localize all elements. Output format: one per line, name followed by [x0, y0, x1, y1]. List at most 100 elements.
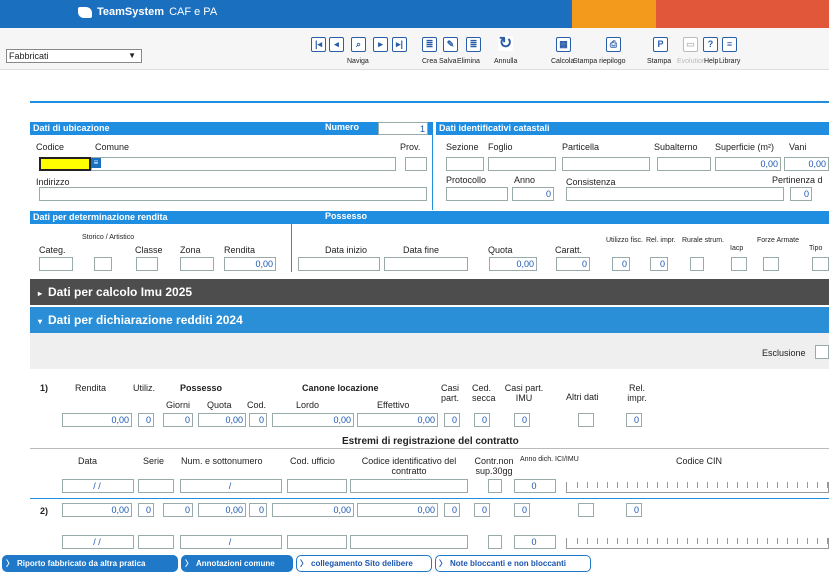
particella-field[interactable] [562, 157, 650, 171]
zona-field[interactable] [180, 257, 214, 271]
sezione-field[interactable] [446, 157, 484, 171]
row1-num[interactable]: / [180, 479, 282, 493]
row2-ced[interactable]: 0 [474, 503, 490, 517]
esclusione-field[interactable] [815, 345, 829, 359]
row1-anno-dich[interactable]: 0 [514, 479, 556, 493]
row2-serie[interactable] [138, 535, 174, 549]
row1-effettivo[interactable]: 0,00 [357, 413, 438, 427]
row1-cin[interactable] [566, 482, 829, 493]
first-record-icon[interactable]: |◂ [311, 37, 326, 52]
tipo-field[interactable] [812, 257, 829, 271]
stampa-button[interactable]: Stampa [647, 58, 671, 65]
subalterno-field[interactable] [657, 157, 711, 171]
delete-icon[interactable]: ≣ [466, 37, 481, 52]
help-button[interactable]: Help [704, 58, 718, 65]
row2-lordo[interactable]: 0,00 [272, 503, 354, 517]
row2-giorni[interactable]: 0 [163, 503, 193, 517]
row2-contr[interactable] [488, 535, 502, 549]
list-icon[interactable]: ≡ [91, 158, 101, 168]
row1-giorni[interactable]: 0 [163, 413, 193, 427]
row2-data[interactable]: / / [62, 535, 134, 549]
save-icon[interactable]: ✎ [443, 37, 458, 52]
row1-utiliz[interactable]: 0 [138, 413, 154, 427]
consistenza-field[interactable] [566, 187, 784, 201]
comune-field[interactable] [91, 157, 396, 171]
row2-effettivo[interactable]: 0,00 [357, 503, 438, 517]
row1-contr[interactable] [488, 479, 502, 493]
row2-imu[interactable]: 0 [514, 503, 530, 517]
row1-ced[interactable]: 0 [474, 413, 490, 427]
row1-rendita[interactable]: 0,00 [62, 413, 132, 427]
classe-field[interactable] [136, 257, 158, 271]
prev-record-icon[interactable]: ◂ [329, 37, 344, 52]
elimina-button[interactable]: Elimina [457, 58, 480, 65]
row2-altri[interactable] [578, 503, 594, 517]
next-record-icon[interactable]: ▸ [373, 37, 388, 52]
row2-rendita[interactable]: 0,00 [62, 503, 132, 517]
storico-field[interactable] [94, 257, 112, 271]
row1-altri[interactable] [578, 413, 594, 427]
row2-utiliz[interactable]: 0 [138, 503, 154, 517]
stampa-riepilogo-button[interactable]: Stampa riepilogo [573, 58, 626, 65]
indirizzo-field[interactable] [39, 187, 427, 201]
vani-field[interactable]: 0,00 [784, 157, 829, 171]
iacp-field[interactable] [731, 257, 747, 271]
prov-field[interactable] [405, 157, 427, 171]
note-button[interactable]: 〉 Note bloccanti e non bloccanti [435, 555, 591, 572]
data-inizio-field[interactable] [298, 257, 380, 271]
numero-field[interactable]: 1 [378, 122, 428, 135]
row2-casi[interactable]: 0 [444, 503, 460, 517]
row1-data[interactable]: / / [62, 479, 134, 493]
row1-ufficio[interactable] [287, 479, 347, 493]
row2-cin[interactable] [566, 538, 829, 549]
data-fine-field[interactable] [384, 257, 468, 271]
create-icon[interactable]: ≣ [422, 37, 437, 52]
row2-quota[interactable]: 0,00 [198, 503, 246, 517]
last-record-icon[interactable]: ▸| [392, 37, 407, 52]
foglio-field[interactable] [488, 157, 556, 171]
annulla-button[interactable]: Annulla [494, 58, 517, 65]
row2-ufficio[interactable] [287, 535, 347, 549]
categ-field[interactable] [39, 257, 73, 271]
anno-field[interactable]: 0 [512, 187, 554, 201]
row2-anno-dich[interactable]: 0 [514, 535, 556, 549]
salva-button[interactable]: Salva [439, 58, 457, 65]
utilizzo-field[interactable]: 0 [612, 257, 630, 271]
rel-impr-field[interactable]: 0 [650, 257, 668, 271]
row1-casi[interactable]: 0 [444, 413, 460, 427]
calculator-icon[interactable]: ▦ [556, 37, 571, 52]
row2-num[interactable]: / [180, 535, 282, 549]
calcola-button[interactable]: Calcola [551, 58, 574, 65]
row1-lordo[interactable]: 0,00 [272, 413, 354, 427]
library-icon[interactable]: ≡ [722, 37, 737, 52]
riporto-button[interactable]: 〉 Riporto fabbricato da altra pratica [2, 555, 178, 572]
imu-section-toggle[interactable]: ▸ Dati per calcolo Imu 2025 [30, 279, 829, 305]
rendita-field[interactable]: 0,00 [224, 257, 276, 271]
codice-field[interactable] [39, 157, 91, 171]
row2-codice-id[interactable] [350, 535, 468, 549]
row2-cod[interactable]: 0 [249, 503, 267, 517]
row1-rel[interactable]: 0 [626, 413, 642, 427]
row1-imu[interactable]: 0 [514, 413, 530, 427]
protocollo-field[interactable] [446, 187, 508, 201]
row1-cod[interactable]: 0 [249, 413, 267, 427]
row2-rel[interactable]: 0 [626, 503, 642, 517]
crea-button[interactable]: Crea [422, 58, 437, 65]
help-icon[interactable]: ? [703, 37, 718, 52]
section-select[interactable]: Fabbricati ▼ [6, 49, 142, 63]
redditi-section-toggle[interactable]: ▾ Dati per dichiarazione redditi 2024 [30, 307, 829, 333]
row1-codice-id[interactable] [350, 479, 468, 493]
library-button[interactable]: Library [719, 58, 740, 65]
undo-icon[interactable]: ↻ [498, 36, 513, 52]
superficie-field[interactable]: 0,00 [715, 157, 781, 171]
row1-serie[interactable] [138, 479, 174, 493]
sito-delibere-button[interactable]: 〉 collegamento Sito delibere [296, 555, 432, 572]
search-record-icon[interactable]: ⌕ [351, 37, 366, 52]
annotazioni-button[interactable]: 〉 Annotazioni comune [181, 555, 293, 572]
row1-quota[interactable]: 0,00 [198, 413, 246, 427]
caratt-field[interactable]: 0 [556, 257, 590, 271]
pertinenza-field[interactable]: 0 [790, 187, 812, 201]
print-summary-icon[interactable]: ⎙ [606, 37, 621, 52]
rurale-field[interactable] [690, 257, 704, 271]
quota-field[interactable]: 0,00 [489, 257, 537, 271]
